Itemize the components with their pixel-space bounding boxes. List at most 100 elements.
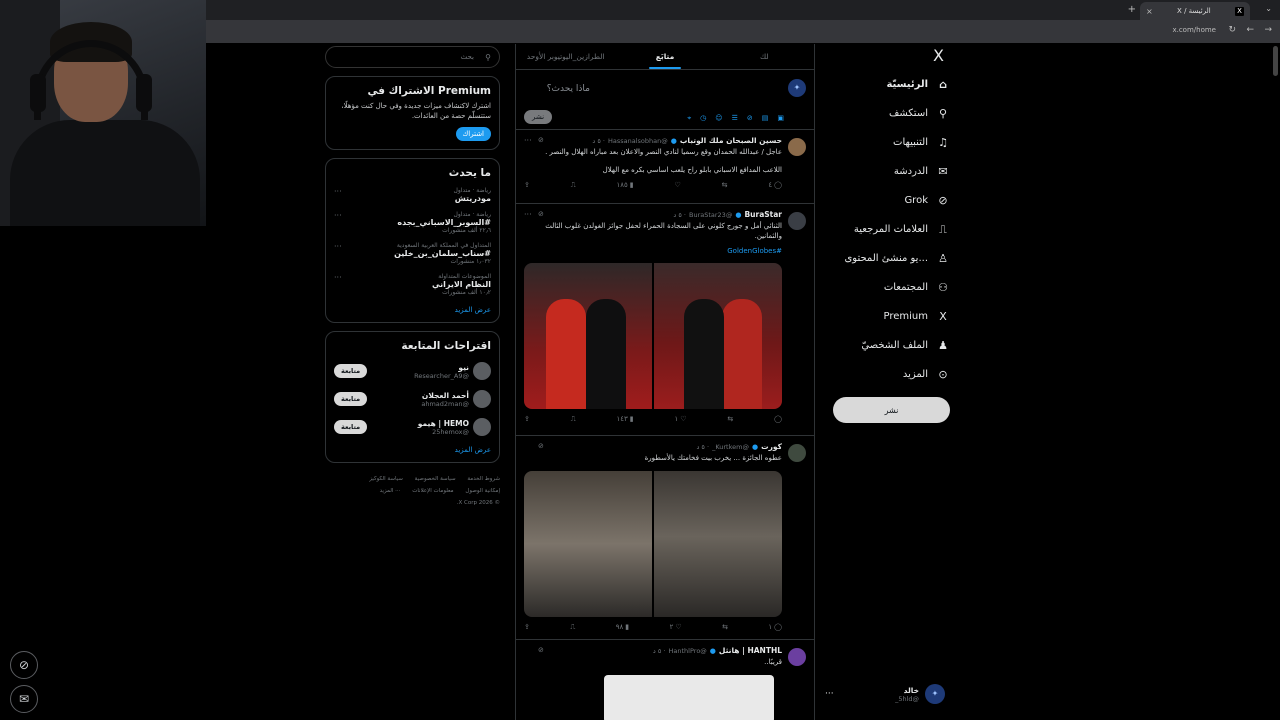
trend-item[interactable]: الموضوعات المتداولة النظام الايراني ١٠٫٢…: [334, 273, 491, 296]
account-switcher[interactable]: ✦ خالد @5hld_ ···: [825, 684, 945, 704]
suggestion-row[interactable]: أحمد العجلان @ahmad2man متابعة: [334, 390, 491, 408]
share-icon[interactable]: ⇪: [524, 181, 530, 190]
emoji-icon[interactable]: ☺: [715, 114, 722, 123]
more-icon[interactable]: ···: [334, 242, 342, 251]
avatar[interactable]: [788, 444, 806, 462]
image-icon[interactable]: ▣: [777, 114, 784, 123]
nav-bookmarks[interactable]: ⎍ العلامات المرجعية: [830, 215, 950, 244]
trends-show-more-link[interactable]: عرض المزيد: [334, 306, 491, 314]
footer-link[interactable]: سياسة الخصوصية: [415, 476, 456, 482]
tweet[interactable]: HANTHL | هانثل ● @HanthlPro · ٥ د ⊘ قريب…: [516, 640, 814, 720]
avatar[interactable]: [473, 418, 491, 436]
tweet-handle[interactable]: @Kurtkem_: [712, 443, 749, 451]
tweet-handle[interactable]: @Hassanalsobhan: [608, 137, 668, 145]
reply-icon[interactable]: ◯ ١: [768, 623, 782, 632]
grok-icon[interactable]: ⊘: [538, 136, 544, 144]
search-input[interactable]: [334, 53, 474, 61]
search-box[interactable]: ⚲: [325, 46, 500, 68]
grok-icon[interactable]: ⊘: [538, 442, 544, 450]
tweet-author-name[interactable]: حسين الصبحان ملك الوتباب: [680, 136, 782, 145]
bookmark-icon[interactable]: ⎍: [571, 415, 576, 424]
footer-link[interactable]: ··· المزيد: [380, 488, 401, 494]
grok-icon[interactable]: ⊘: [747, 114, 753, 123]
nav-premium[interactable]: X Premium: [830, 302, 950, 331]
bookmark-icon[interactable]: ⎍: [571, 181, 576, 190]
avatar[interactable]: [788, 212, 806, 230]
photo[interactable]: [654, 263, 782, 409]
avatar[interactable]: [473, 362, 491, 380]
tab-custom-list[interactable]: الطرازين_اليوتيوبر الأوحد: [516, 44, 615, 69]
schedule-icon[interactable]: ◷: [700, 114, 706, 123]
new-tab-button[interactable]: +: [1128, 4, 1136, 15]
nav-notifications[interactable]: ♫ التنبيهات: [830, 128, 950, 157]
more-icon[interactable]: ···: [334, 187, 342, 196]
photo[interactable]: [524, 263, 652, 409]
trend-item[interactable]: رياضة · متداول #السوبر_الاسباني_بجده ٢٢٫…: [334, 211, 491, 234]
grok-icon[interactable]: ⊘: [538, 646, 544, 654]
forward-icon[interactable]: →: [1264, 25, 1272, 35]
retweet-icon[interactable]: ⇆: [722, 181, 728, 190]
footer-link[interactable]: شروط الخدمة: [467, 476, 500, 482]
photo[interactable]: [524, 471, 652, 617]
hashtag-link[interactable]: #GoldenGlobes: [524, 247, 782, 255]
more-icon[interactable]: ···: [334, 273, 342, 282]
share-icon[interactable]: ⇪: [524, 415, 530, 424]
tweet-media[interactable]: [524, 471, 782, 617]
like-icon[interactable]: ♡ ٢: [670, 623, 682, 632]
avatar[interactable]: ✦: [788, 79, 806, 97]
tweet-author-name[interactable]: كورت: [761, 442, 782, 451]
suggestion-row[interactable]: نيو @Researcher_A9 متابعة: [334, 362, 491, 380]
grok-icon[interactable]: ⊘: [538, 210, 544, 218]
scrollbar[interactable]: [1273, 46, 1278, 76]
subscribe-button[interactable]: اشتراك: [455, 127, 491, 141]
follow-button[interactable]: متابعة: [334, 420, 368, 434]
reload-icon[interactable]: ↻: [1228, 25, 1236, 35]
nav-home[interactable]: ⌂ الرئيسيّة: [830, 70, 950, 99]
follow-button[interactable]: متابعة: [334, 392, 368, 406]
tweet[interactable]: كورت ● @Kurtkem_ · ٥ د ⊘ عطوه الجائزة ..…: [516, 436, 814, 640]
tweet-author-name[interactable]: BuraStar: [744, 210, 782, 219]
poll-icon[interactable]: ☰: [732, 114, 738, 123]
post-button[interactable]: نشر: [833, 397, 950, 423]
tweet[interactable]: حسين الصبحان ملك الوتباب ● @Hassanalsobh…: [516, 130, 814, 204]
url-field[interactable]: x.com/home: [1172, 26, 1216, 34]
suggestions-show-more-link[interactable]: عرض المزيد: [334, 446, 491, 454]
nav-explore[interactable]: ⚲ استكشف: [830, 99, 950, 128]
avatar[interactable]: ✦: [925, 684, 945, 704]
browser-tab[interactable]: X الرئيسة / X ×: [1140, 2, 1250, 20]
nav-creator-studio[interactable]: ♙ ...يو منشئ المحتوى: [830, 244, 950, 273]
tweet[interactable]: BuraStar ● @BuraStar23 · ٥ د ⊘ ··· الثنا…: [516, 204, 814, 436]
views-icon[interactable]: ▮ ١٤٣: [617, 415, 634, 424]
like-icon[interactable]: ♡: [675, 181, 681, 190]
reply-icon[interactable]: ◯: [774, 415, 782, 424]
suggestion-row[interactable]: HEMO | هيمو @25hemox متابعة: [334, 418, 491, 436]
share-icon[interactable]: ⇪: [524, 623, 530, 632]
reply-icon[interactable]: ◯ ٤: [768, 181, 782, 190]
back-icon[interactable]: ←: [1246, 25, 1254, 35]
nav-profile[interactable]: ♟ الملف الشخصيّ: [830, 331, 950, 360]
messages-float-icon[interactable]: ✉: [10, 685, 38, 713]
location-icon[interactable]: ⌖: [687, 114, 691, 123]
bookmark-icon[interactable]: ⎍: [570, 623, 575, 632]
footer-link[interactable]: إمكانية الوصول: [465, 488, 500, 494]
more-icon[interactable]: ···: [524, 136, 532, 145]
tweet-media[interactable]: [604, 675, 774, 720]
avatar[interactable]: [473, 390, 491, 408]
trend-item[interactable]: رياضة · متداول مودريتش ···: [334, 187, 491, 203]
gif-icon[interactable]: ▤: [762, 114, 769, 123]
tab-following[interactable]: متابَع: [615, 44, 714, 69]
close-tab-icon[interactable]: ×: [1146, 7, 1153, 16]
tweet-author-name[interactable]: HANTHL | هانثل: [719, 646, 782, 655]
compose-input[interactable]: ماذا يحدث؟: [547, 84, 590, 94]
tweet-handle[interactable]: @BuraStar23: [689, 211, 732, 219]
nav-grok[interactable]: ⊘ Grok: [830, 186, 950, 215]
views-icon[interactable]: ▮ ١٨٥: [617, 181, 634, 190]
nav-messages[interactable]: ✉ الدردشة: [830, 157, 950, 186]
views-icon[interactable]: ▮ ٩٨: [616, 623, 629, 632]
avatar[interactable]: [788, 138, 806, 156]
grok-float-icon[interactable]: ⊘: [10, 651, 38, 679]
photo[interactable]: [654, 471, 782, 617]
nav-more[interactable]: ⊙ المزيد: [830, 360, 950, 389]
avatar[interactable]: [788, 648, 806, 666]
trend-item[interactable]: المتداول في المملكة العربية السعودية #سن…: [334, 242, 491, 265]
